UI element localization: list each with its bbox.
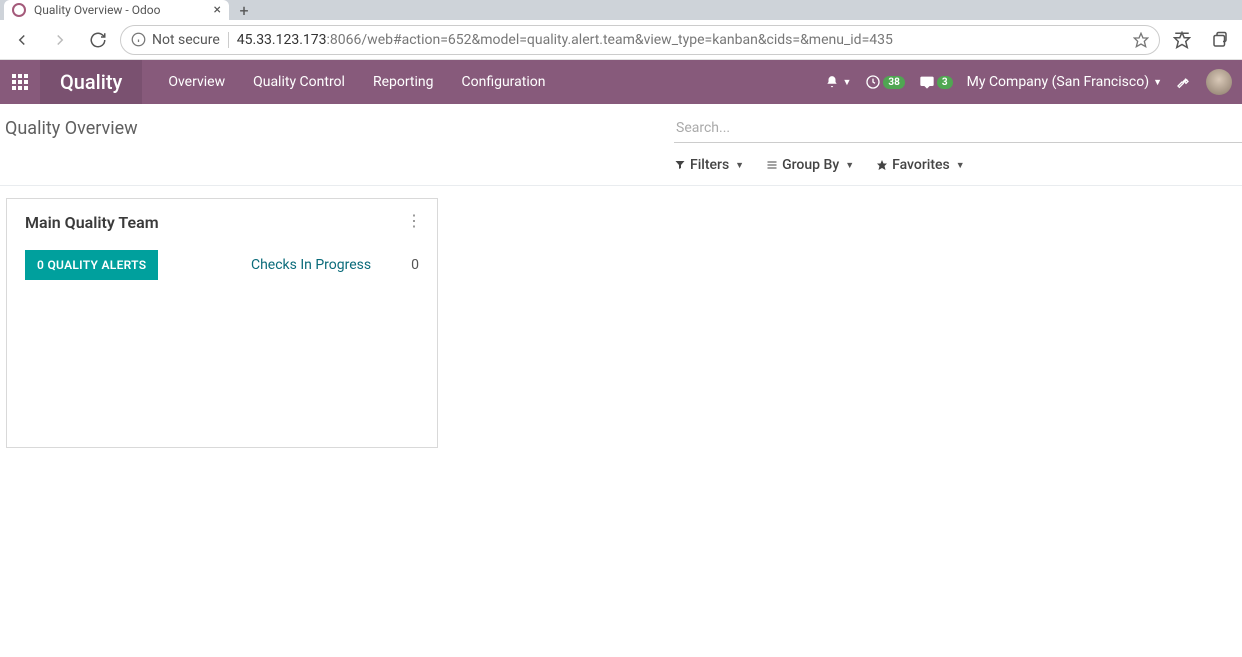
control-panel: Quality Overview Filters ▼ Group By ▼ Fa… — [0, 104, 1242, 186]
filters-button[interactable]: Filters ▼ — [674, 157, 744, 173]
card-menu-button[interactable]: ⋮ — [406, 211, 423, 230]
debug-button[interactable] — [1176, 74, 1192, 90]
close-tab-icon[interactable]: × — [214, 2, 221, 18]
checks-in-progress-link[interactable]: Checks In Progress — [251, 257, 371, 273]
menu-quality-control[interactable]: Quality Control — [239, 60, 359, 104]
url-box[interactable]: Not secure 45.33.123.173:8066/web#action… — [120, 25, 1160, 55]
favorites-button[interactable]: Favorites ▼ — [876, 157, 965, 173]
search-box[interactable] — [674, 114, 1242, 143]
user-avatar[interactable] — [1206, 69, 1232, 95]
back-button[interactable] — [6, 24, 38, 56]
activities-badge: 38 — [883, 76, 904, 89]
wrench-icon — [1176, 74, 1192, 90]
browser-tab[interactable]: Quality Overview - Odoo × — [4, 0, 229, 20]
browser-tab-bar: Quality Overview - Odoo × + — [0, 0, 1242, 20]
navbar-right: ▼ 38 3 My Company (San Francisco) ▼ — [825, 69, 1242, 95]
forward-button[interactable] — [44, 24, 76, 56]
chat-icon — [919, 74, 935, 90]
not-secure-label: Not secure — [152, 32, 220, 48]
menu-items: Overview Quality Control Reporting Confi… — [154, 60, 559, 104]
team-card[interactable]: ⋮ Main Quality Team 0 QUALITY ALERTS Che… — [6, 198, 438, 448]
messages-badge: 3 — [937, 76, 953, 89]
search-input[interactable] — [674, 114, 1242, 142]
breadcrumb: Quality Overview — [5, 118, 674, 139]
clock-icon — [865, 74, 881, 90]
quality-alerts-button[interactable]: 0 QUALITY ALERTS — [25, 250, 158, 280]
url-text: 45.33.123.173:8066/web#action=652&model=… — [237, 32, 1125, 48]
apps-grid-icon — [12, 74, 28, 90]
new-tab-button[interactable]: + — [229, 0, 259, 20]
menu-overview[interactable]: Overview — [154, 60, 239, 104]
messages-button[interactable]: 3 — [919, 74, 953, 90]
funnel-icon — [674, 159, 686, 171]
list-icon — [766, 159, 778, 171]
tab-title: Quality Overview - Odoo — [34, 3, 214, 17]
checks-count: 0 — [411, 257, 419, 273]
menu-reporting[interactable]: Reporting — [359, 60, 448, 104]
apps-menu-button[interactable] — [0, 60, 40, 104]
app-name[interactable]: Quality — [40, 60, 142, 104]
security-status[interactable]: Not secure — [131, 32, 229, 48]
collections-icon[interactable] — [1204, 24, 1236, 56]
browser-address-bar: Not secure 45.33.123.173:8066/web#action… — [0, 20, 1242, 60]
favorites-icon[interactable] — [1166, 24, 1198, 56]
bell-icon — [825, 75, 839, 89]
activities-button[interactable]: 38 — [865, 74, 904, 90]
groupby-button[interactable]: Group By ▼ — [766, 157, 854, 173]
odoo-navbar: Quality Overview Quality Control Reporti… — [0, 60, 1242, 104]
menu-configuration[interactable]: Configuration — [448, 60, 560, 104]
reload-button[interactable] — [82, 24, 114, 56]
star-icon — [876, 159, 888, 171]
bookmark-star-icon[interactable] — [1133, 32, 1149, 48]
kanban-view: ⋮ Main Quality Team 0 QUALITY ALERTS Che… — [0, 186, 1242, 460]
notifications-button[interactable]: ▼ — [825, 75, 851, 89]
info-icon — [131, 32, 146, 47]
team-name: Main Quality Team — [25, 213, 419, 232]
odoo-favicon-icon — [12, 3, 26, 17]
company-selector[interactable]: My Company (San Francisco) ▼ — [967, 74, 1162, 90]
